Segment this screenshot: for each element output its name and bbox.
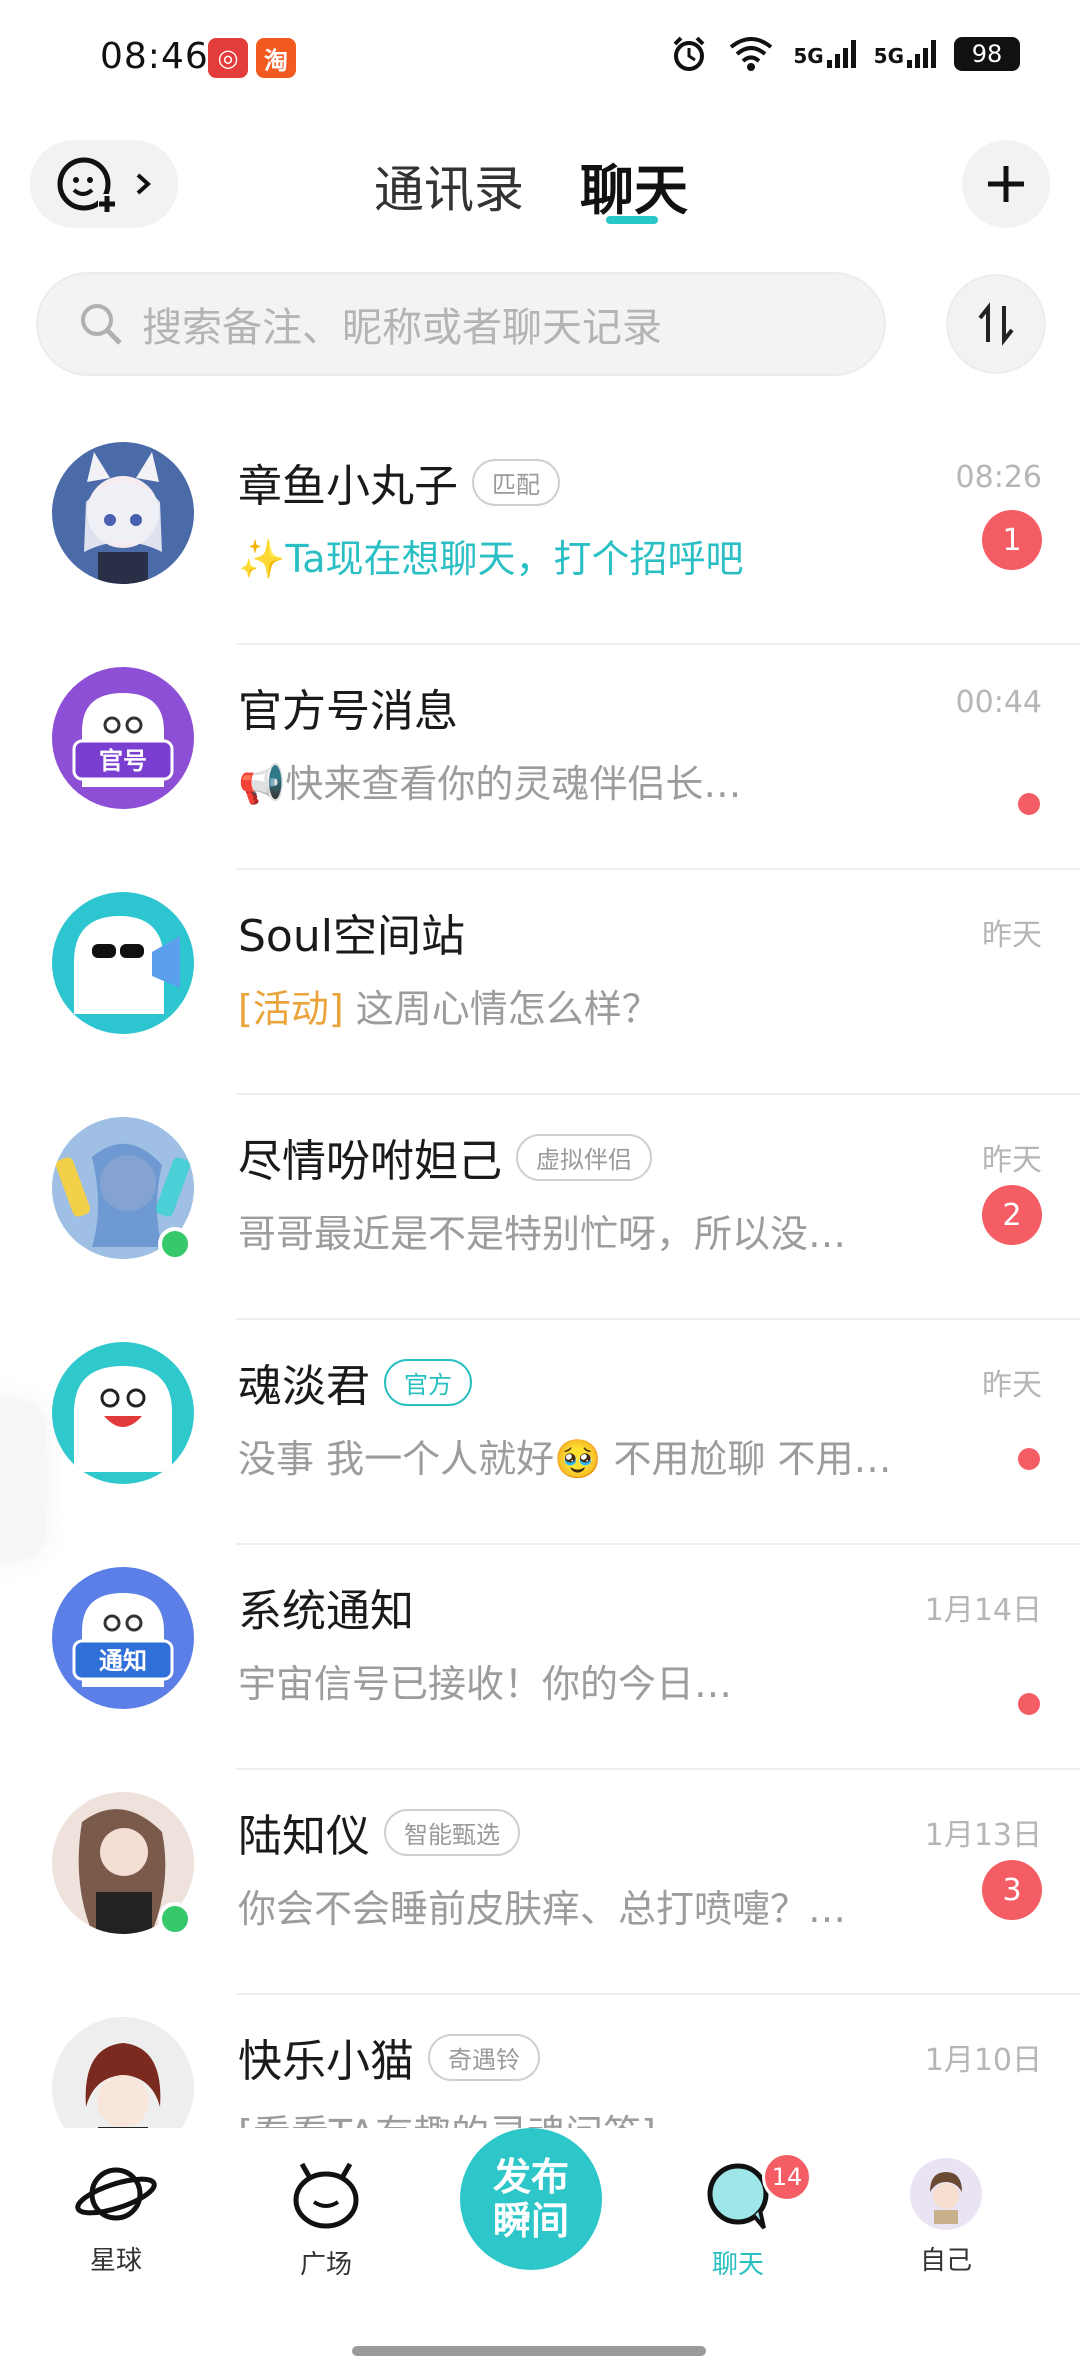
unread-dot — [1018, 793, 1040, 815]
chat-tag: 虚拟伴侣 — [516, 1133, 652, 1181]
avatar: 通知 — [52, 1567, 194, 1709]
chat-time: 昨天 — [982, 1143, 1042, 1178]
nav-me-label: 自己 — [919, 2246, 972, 2276]
plus-button[interactable] — [962, 140, 1050, 228]
wifi-icon — [730, 37, 773, 71]
search-bar[interactable]: 搜索备注、昵称或者聊天记录 — [36, 272, 886, 376]
unread-dot — [1018, 1448, 1040, 1470]
home-indicator[interactable] — [352, 2346, 706, 2356]
chat-row[interactable]: 通知 系统通知 1月14日 宇宙信号已接收！你的今日… — [0, 1545, 1080, 1770]
unread-badge: 2 — [982, 1185, 1042, 1245]
chat-name: 系统通知 — [238, 1586, 414, 1637]
planet-icon — [75, 2167, 157, 2221]
search-icon — [81, 304, 122, 345]
alarm-icon — [673, 36, 705, 71]
chat-time: 00:44 — [955, 685, 1042, 720]
chat-name-line: 快乐小猫 奇遇铃 — [238, 2025, 540, 2089]
chat-preview: 宇宙信号已接收！你的今日… — [238, 1662, 733, 1706]
bottom-nav: 星球 广场 发布瞬间 聊天 14 自己 — [0, 2128, 1080, 2374]
tab-chat[interactable]: 聊天 — [580, 146, 688, 225]
sort-button[interactable] — [946, 274, 1046, 374]
chat-tag: 智能甄选 — [384, 1808, 520, 1856]
sort-arrows-icon — [978, 302, 1014, 346]
nav-planet[interactable]: 星球 — [46, 2158, 186, 2277]
chat-name: 官方号消息 — [238, 686, 458, 737]
publish-moment-button[interactable]: 发布瞬间 — [460, 2128, 602, 2270]
signal-5g-2: 5G — [874, 40, 936, 68]
chat-name: Soul空间站 — [238, 911, 465, 962]
chat-row[interactable]: 尽情吩咐妲己 虚拟伴侣 昨天 哥哥最近是不是特别忙呀，所以没… 2 — [0, 1095, 1080, 1320]
chat-row[interactable]: 陆知仪 智能甄选 1月13日 你会不会睡前皮肤痒、总打喷嚏？… 3 — [0, 1770, 1080, 1995]
netease-music-icon: ◎ — [208, 38, 248, 78]
chat-row[interactable]: Soul空间站 昨天 [活动] 这周心情怎么样？ — [0, 870, 1080, 1095]
chat-name-line: Soul空间站 — [238, 900, 465, 964]
nav-square-label: 广场 — [299, 2250, 352, 2280]
online-indicator — [158, 1227, 192, 1261]
chat-name-line: 魂淡君 官方 — [238, 1350, 472, 1414]
chevron-right-icon — [136, 173, 151, 195]
square-icon — [293, 2162, 359, 2229]
chat-preview: 没事 我一个人就好🥹 不用尬聊 不用… — [238, 1437, 892, 1481]
search-placeholder: 搜索备注、昵称或者聊天记录 — [142, 305, 662, 351]
chat-time: 1月13日 — [924, 1818, 1042, 1853]
top-bar: 通讯录 聊天 — [0, 130, 1080, 240]
avatar: 官号 — [52, 667, 194, 809]
tab-contacts[interactable]: 通讯录 — [374, 150, 524, 222]
chat-preview: ✨Ta现在想聊天，打个招呼吧 — [238, 537, 744, 581]
unread-badge: 3 — [982, 1860, 1042, 1920]
status-indicators: 5G 5G 98 — [669, 34, 1020, 74]
chat-time: 1月14日 — [924, 1593, 1042, 1628]
chat-name-line: 章鱼小丸子 匹配 — [238, 450, 560, 514]
battery-indicator: 98 — [954, 37, 1020, 71]
chat-row[interactable]: 官号 官方号消息 00:44 📢快来查看你的灵魂伴侣长… — [0, 645, 1080, 870]
unread-badge: 1 — [982, 510, 1042, 570]
chat-name: 陆知仪 — [238, 1811, 370, 1862]
chat-time: 1月10日 — [924, 2043, 1042, 2078]
nav-me[interactable]: 自己 — [876, 2158, 1016, 2277]
avatar — [52, 892, 194, 1034]
activity-tag: [活动] — [238, 987, 344, 1031]
chat-name: 快乐小猫 — [238, 2036, 414, 2087]
plus-icon — [988, 166, 1024, 202]
chat-tag: 官方 — [384, 1358, 472, 1406]
add-friend-button[interactable] — [30, 140, 178, 228]
chat-preview: [活动] 这周心情怎么样？ — [238, 987, 660, 1031]
nav-chat-label: 聊天 — [711, 2250, 764, 2280]
chat-unread-badge: 14 — [762, 2152, 812, 2202]
status-time: 08:46 — [100, 36, 209, 77]
chat-name-line: 系统通知 — [238, 1575, 414, 1639]
chat-name-line: 尽情吩咐妲己 虚拟伴侣 — [238, 1125, 652, 1189]
chat-name: 尽情吩咐妲己 — [238, 1136, 502, 1187]
chat-preview: 哥哥最近是不是特别忙呀，所以没… — [238, 1212, 847, 1256]
chat-name: 魂淡君 — [238, 1361, 370, 1412]
chat-preview: 📢快来查看你的灵魂伴侣长… — [238, 762, 742, 806]
status-bar: 08:46 ◎ 淘 5G 5G 98 — [0, 0, 1080, 120]
nav-planet-label: 星球 — [89, 2246, 142, 2276]
chat-time: 昨天 — [982, 918, 1042, 953]
chat-time: 昨天 — [982, 1368, 1042, 1403]
chat-name: 章鱼小丸子 — [238, 461, 458, 512]
my-avatar — [910, 2158, 982, 2230]
avatar-label: 通知 — [99, 1647, 147, 1675]
active-tab-indicator — [606, 216, 658, 224]
chat-preview: 你会不会睡前皮肤痒、总打喷嚏？… — [238, 1887, 847, 1931]
chat-list: 章鱼小丸子 匹配 08:26 ✨Ta现在想聊天，打个招呼吧 1 官号 官方号消息… — [0, 420, 1080, 2220]
chat-row[interactable]: 章鱼小丸子 匹配 08:26 ✨Ta现在想聊天，打个招呼吧 1 — [0, 420, 1080, 645]
unread-dot — [1018, 1693, 1040, 1715]
signal-5g-1: 5G — [793, 40, 856, 68]
chat-row[interactable]: 魂淡君 官方 昨天 没事 我一个人就好🥹 不用尬聊 不用… — [0, 1320, 1080, 1545]
avatar — [52, 1342, 194, 1484]
chat-name-line: 陆知仪 智能甄选 — [238, 1800, 520, 1864]
avatar-label: 官号 — [99, 747, 147, 775]
taobao-icon: 淘 — [256, 38, 296, 78]
avatar — [52, 442, 194, 584]
chat-tag: 奇遇铃 — [428, 2033, 540, 2081]
online-indicator — [158, 1902, 192, 1936]
chat-name-line: 官方号消息 — [238, 675, 458, 739]
chat-time: 08:26 — [955, 460, 1042, 495]
smile-add-icon — [57, 157, 116, 212]
chat-tag: 匹配 — [472, 458, 560, 506]
nav-square[interactable]: 广场 — [256, 2158, 396, 2281]
